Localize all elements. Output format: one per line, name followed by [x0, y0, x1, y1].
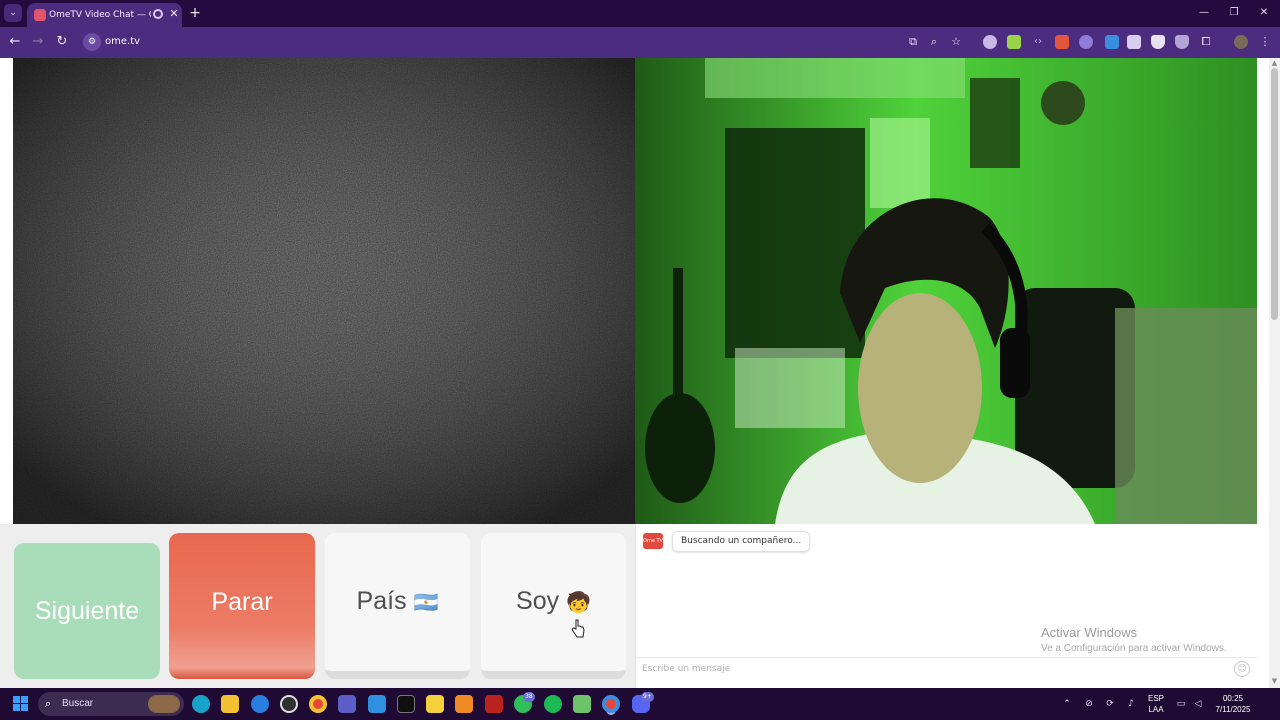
extension-5-icon[interactable]: [1079, 35, 1093, 49]
menu-icon[interactable]: ⋮: [1258, 35, 1272, 49]
url-text[interactable]: ome.tv: [105, 34, 140, 50]
search-highlight-image: [148, 695, 180, 713]
hand-cursor-icon: [571, 619, 585, 638]
windows-taskbar: ⌕ Buscar 38 9+ ⌃ ⊘ ⟳ ♪ ESP LAA ▭ ◁ 00:25…: [0, 688, 1280, 720]
boy-emoji-icon: 🧒: [566, 592, 591, 614]
tab-strip: ⌄ OmeTV Video Chat — Ome ✕ + — ❐ ✕: [0, 0, 1280, 27]
search-icon: ⌕: [45, 697, 52, 710]
scroll-down-icon[interactable]: ▼: [1270, 677, 1279, 686]
chat-input-bar: ☺: [636, 657, 1257, 679]
sticky-notes-icon[interactable]: [426, 695, 444, 713]
tab-ometv[interactable]: OmeTV Video Chat — Ome ✕: [27, 3, 182, 27]
reload-button[interactable]: ↻: [54, 34, 70, 50]
zoom-icon[interactable]: ⌕: [926, 34, 942, 50]
edge-icon[interactable]: [192, 695, 210, 713]
chrome-active-icon[interactable]: [602, 695, 620, 713]
message-input[interactable]: [642, 661, 1222, 677]
microphone-icon[interactable]: ♪: [1124, 697, 1138, 711]
discord-badge: 9+: [641, 692, 654, 702]
language-indicator[interactable]: ESP LAA: [1145, 693, 1167, 715]
minimize-button[interactable]: —: [1194, 5, 1214, 21]
tab-close-icon[interactable]: ✕: [168, 7, 180, 21]
country-filter-button[interactable]: País 🇦🇷: [325, 533, 470, 679]
webcam-image: [635, 58, 1257, 524]
teams-icon[interactable]: [338, 695, 356, 713]
extensions-puzzle-icon[interactable]: ⧠: [1199, 35, 1213, 49]
whatsapp-badge: 38: [523, 692, 535, 702]
chat-status-message: Buscando un compañero...: [672, 531, 811, 552]
next-button[interactable]: Siguiente: [14, 543, 160, 679]
tab-search-button[interactable]: ⌄: [4, 4, 22, 22]
tab-title: OmeTV Video Chat — Ome: [49, 10, 151, 20]
close-window-button[interactable]: ✕: [1254, 5, 1274, 21]
new-tab-button[interactable]: +: [188, 5, 202, 21]
ometv-favicon-icon: [34, 9, 46, 21]
chrome-icon[interactable]: [309, 695, 327, 713]
gender-filter-button[interactable]: Soy 🧒: [481, 533, 626, 679]
file-explorer-icon[interactable]: [221, 695, 239, 713]
filezilla-icon[interactable]: [485, 695, 503, 713]
activate-windows-subtitle: Ve a Configuración para activar Windows.: [1041, 643, 1227, 654]
emoji-icon[interactable]: ☺: [1234, 661, 1250, 677]
next-button-label: Siguiente: [34, 597, 140, 625]
volume-icon[interactable]: ◁: [1191, 697, 1205, 711]
stop-button[interactable]: Parar: [169, 533, 315, 679]
scroll-up-icon[interactable]: ▲: [1270, 59, 1279, 68]
extension-8-icon[interactable]: [1151, 35, 1165, 49]
extension-2-icon[interactable]: [1007, 35, 1021, 49]
argentina-flag-icon: 🇦🇷: [413, 592, 439, 614]
stop-button-label: Parar: [211, 588, 273, 616]
country-label: País: [356, 587, 407, 615]
network-icon[interactable]: ▭: [1174, 697, 1188, 711]
media-recording-icon: [153, 9, 163, 19]
terminal-icon[interactable]: [397, 695, 415, 713]
extension-9-icon[interactable]: [1175, 35, 1189, 49]
scrollbar-thumb[interactable]: [1271, 68, 1278, 320]
profile-avatar[interactable]: [1234, 35, 1248, 49]
extension-6-icon[interactable]: [1105, 35, 1119, 49]
tray-overflow-icon[interactable]: ⌃: [1060, 697, 1074, 711]
clock-time: 00:25: [1222, 694, 1244, 703]
forward-button[interactable]: →: [30, 34, 46, 50]
back-button[interactable]: ←: [7, 34, 23, 50]
browser-toolbar: ← → ↻ ⚙ ome.tv ⧉ ⌕ ☆ ‹› ⧠ ⋮: [0, 27, 1280, 58]
extension-7-icon[interactable]: [1127, 35, 1141, 49]
install-app-icon[interactable]: ⧉: [905, 34, 921, 50]
ometv-logo: Ome TV: [643, 533, 663, 549]
clock-date: 7/11/2025: [1215, 705, 1251, 714]
taskbar-search[interactable]: ⌕ Buscar: [38, 692, 184, 716]
local-webcam-video: [635, 58, 1257, 524]
notepad-icon[interactable]: [573, 695, 591, 713]
start-button[interactable]: [13, 696, 29, 712]
search-label: Buscar: [62, 698, 94, 709]
language-line-2: LAA: [1148, 705, 1164, 714]
restore-button[interactable]: ❐: [1224, 5, 1244, 21]
site-info-icon[interactable]: ⚙: [83, 33, 101, 51]
gender-label: Soy: [516, 587, 560, 615]
page-scrollbar[interactable]: ▲ ▼: [1269, 58, 1280, 688]
activate-windows-title: Activar Windows: [1041, 625, 1138, 640]
extension-4-icon[interactable]: [1055, 35, 1069, 49]
static-noise-image: [13, 58, 635, 524]
chat-panel: Ome TV Buscando un compañero... ☺: [635, 524, 1257, 688]
remote-video: [13, 58, 635, 524]
obs-icon[interactable]: [280, 695, 298, 713]
app-icon[interactable]: [251, 695, 269, 713]
address-bar[interactable]: ⚙ ome.tv ⧉ ⌕ ☆: [80, 30, 970, 54]
spotify-icon[interactable]: [544, 695, 562, 713]
vscode-icon[interactable]: [368, 695, 386, 713]
taskbar-clock[interactable]: 00:25 7/11/2025: [1205, 693, 1261, 715]
extension-1-icon[interactable]: [983, 35, 997, 49]
language-line-1: ESP: [1147, 694, 1164, 703]
extension-3-icon[interactable]: ‹›: [1031, 35, 1045, 49]
bookmark-star-icon[interactable]: ☆: [948, 34, 964, 50]
gender-button-label: Soy 🧒: [481, 584, 626, 620]
country-button-label: País 🇦🇷: [325, 584, 470, 620]
tray-sync-icon[interactable]: ⟳: [1103, 697, 1117, 711]
tray-network-off-icon[interactable]: ⊘: [1082, 697, 1096, 711]
xampp-icon[interactable]: [455, 695, 473, 713]
